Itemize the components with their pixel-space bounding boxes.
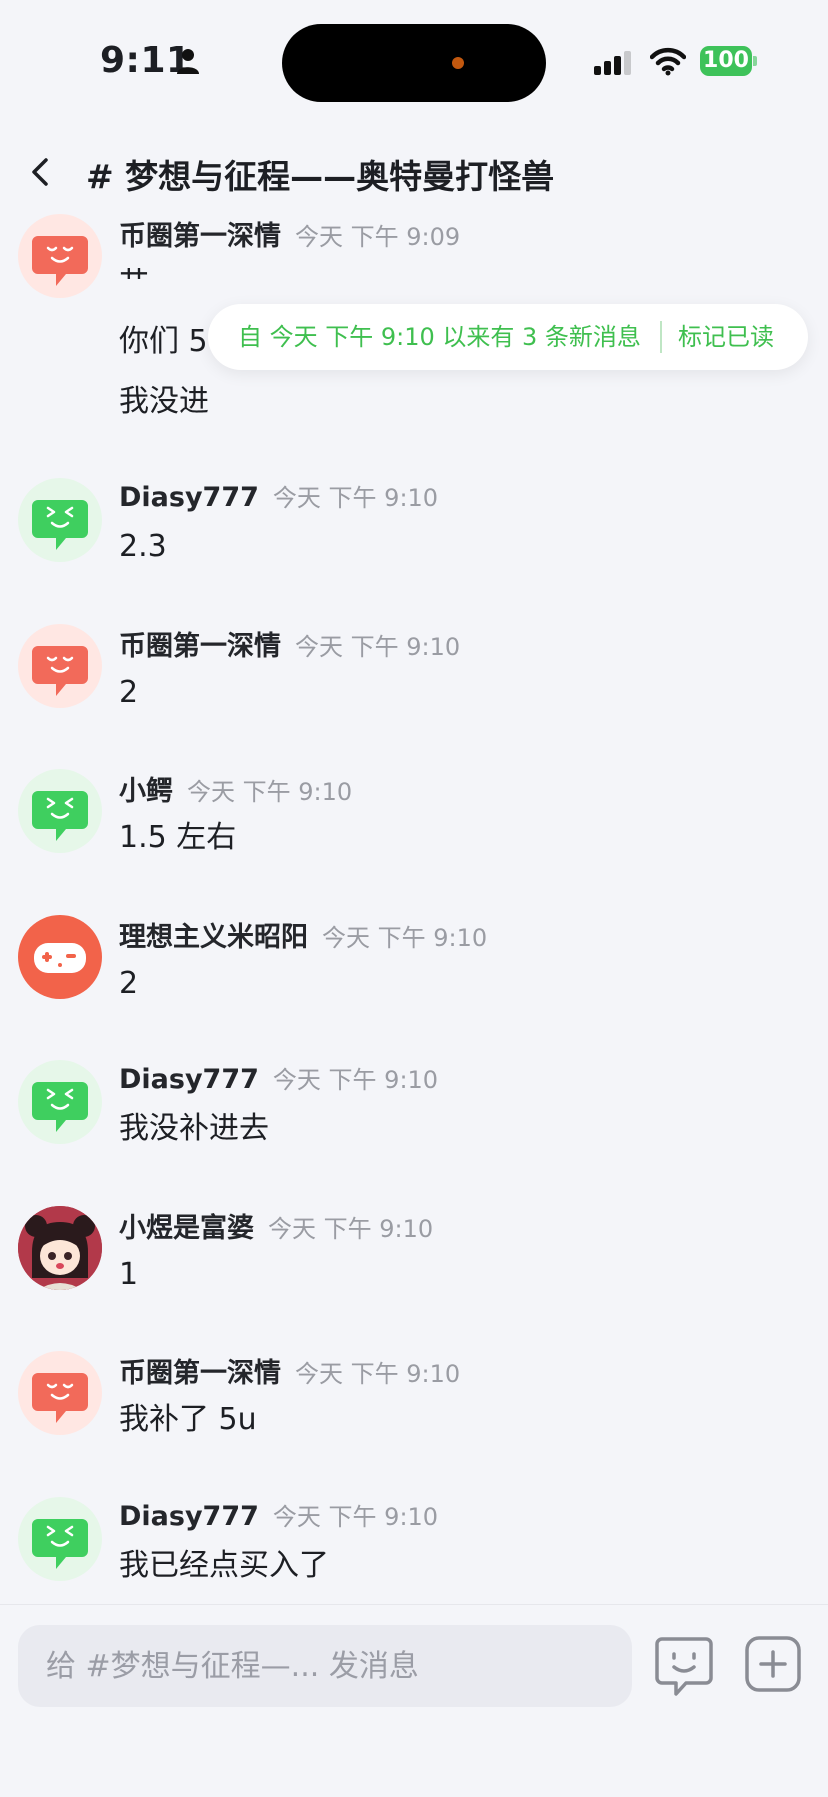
message-text: 艹 你们 5 我没进	[119, 262, 209, 423]
red-bubble-avatar[interactable]	[18, 214, 102, 298]
message-header: 理想主义米昭阳 今天 下午 9:10	[119, 915, 487, 955]
mark-read-button[interactable]: 标记已读	[678, 304, 774, 370]
message-line: 艹	[119, 265, 149, 300]
timestamp: 今天 下午 9:10	[295, 1360, 461, 1388]
green-bubble-avatar[interactable]	[18, 769, 102, 853]
timestamp: 今天 下午 9:10	[272, 1066, 439, 1094]
timestamp: 今天 下午 9:09	[295, 223, 461, 251]
message-text: 2	[119, 966, 139, 1001]
timestamp: 今天 下午 9:10	[295, 633, 461, 661]
person-icon	[177, 49, 199, 74]
banner-divider	[660, 321, 662, 353]
timestamp: 今天 下午 9:10	[272, 484, 439, 512]
message-header: Diasy777 今天 下午 9:10	[119, 1060, 438, 1100]
username[interactable]: Diasy777	[119, 1501, 259, 1532]
message-text: 2	[119, 675, 139, 710]
username[interactable]: 理想主义米昭阳	[119, 922, 308, 953]
battery-level: 100	[700, 46, 752, 76]
username[interactable]: Diasy777	[119, 1064, 259, 1095]
dynamic-island	[282, 24, 546, 102]
message-text: 1.5 左右	[119, 820, 237, 855]
message-text: 我补了 5u	[119, 1402, 257, 1437]
message-header: 币圈第一深情 今天 下午 9:10	[119, 624, 460, 664]
message-line: 我没进	[119, 384, 209, 419]
anime-girl-avatar[interactable]	[18, 1206, 102, 1290]
red-bubble-avatar[interactable]	[18, 624, 102, 708]
timestamp: 今天 下午 9:10	[268, 1215, 434, 1243]
new-messages-banner[interactable]: 自 今天 下午 9:10 以来有 3 条新消息 标记已读	[208, 304, 808, 370]
green-bubble-avatar[interactable]	[18, 1060, 102, 1144]
message-header: 币圈第一深情 今天 下午 9:09	[119, 214, 460, 254]
orange-gamepad-avatar[interactable]	[18, 915, 102, 999]
green-bubble-avatar[interactable]	[18, 478, 102, 562]
composer-bar	[0, 1604, 828, 1797]
message-header: Diasy777 今天 下午 9:10	[119, 478, 438, 518]
message-text: 1	[119, 1257, 139, 1292]
message-text: 2.3	[119, 529, 167, 564]
channel-header: # 梦想与征程——奥特曼打怪兽	[0, 140, 828, 204]
message-header: 小煜是富婆 今天 下午 9:10	[119, 1206, 433, 1246]
username[interactable]: 币圈第一深情	[119, 221, 281, 252]
emoji-sticker-icon[interactable]	[654, 1635, 714, 1697]
battery-indicator: 100	[700, 46, 757, 76]
cellular-signal-icon	[594, 51, 631, 75]
timestamp: 今天 下午 9:10	[187, 778, 353, 806]
message-input[interactable]	[18, 1625, 632, 1707]
channel-title[interactable]: # 梦想与征程——奥特曼打怪兽	[86, 150, 554, 198]
username[interactable]: Diasy777	[119, 482, 259, 513]
green-bubble-avatar[interactable]	[18, 1497, 102, 1581]
username[interactable]: 小鳄	[119, 776, 173, 807]
username[interactable]: 币圈第一深情	[119, 631, 281, 662]
username[interactable]: 币圈第一深情	[119, 1358, 281, 1389]
new-messages-text[interactable]: 自 今天 下午 9:10 以来有 3 条新消息	[238, 304, 641, 370]
status-bar: 9:11 100	[0, 0, 828, 120]
message-text: 我没补进去	[119, 1111, 269, 1146]
message-text: 我已经点买入了	[119, 1548, 329, 1583]
username[interactable]: 小煜是富婆	[119, 1213, 254, 1244]
red-bubble-avatar[interactable]	[18, 1351, 102, 1435]
timestamp: 今天 下午 9:10	[272, 1503, 439, 1531]
message-line: 你们 5	[119, 324, 208, 359]
recording-indicator	[452, 57, 464, 69]
timestamp: 今天 下午 9:10	[322, 924, 488, 952]
message-header: 小鳄 今天 下午 9:10	[119, 769, 352, 809]
back-icon[interactable]	[24, 150, 60, 194]
message-header: Diasy777 今天 下午 9:10	[119, 1497, 438, 1537]
message-header: 币圈第一深情 今天 下午 9:10	[119, 1351, 460, 1391]
add-attachment-icon[interactable]	[744, 1635, 802, 1693]
wifi-icon	[650, 47, 686, 76]
